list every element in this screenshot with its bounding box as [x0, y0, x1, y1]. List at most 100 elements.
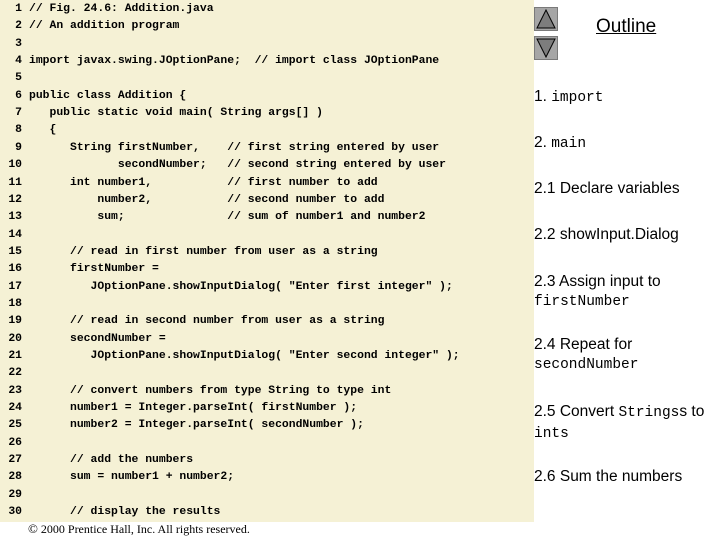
code-text: // convert numbers from type String to t… [29, 384, 392, 397]
line-number: 4 [15, 55, 22, 68]
line-number: 10 [8, 159, 22, 172]
line-number: 28 [8, 471, 22, 484]
code-line: 5 [0, 70, 534, 87]
outline-item-text: 1. [534, 88, 552, 105]
outline-item-text: 2.6 Sum the numbers [534, 468, 683, 485]
outline-item-code: firstNumber [534, 294, 630, 310]
code-text: int number1, // first number to add [29, 176, 378, 189]
line-number: 1 [15, 3, 22, 15]
code-line: 22 [0, 365, 534, 382]
line-number: 27 [8, 454, 22, 467]
triangle-down-icon [536, 38, 556, 59]
code-line: 30 // display the results [0, 504, 534, 521]
code-text: public class Addition { [29, 89, 187, 102]
outline-item-show-input-dialog: 2.2 showInput.Dialog [534, 225, 714, 244]
line-number: 22 [8, 367, 22, 380]
outline-item-declare: 2.1 Declare variables [534, 179, 714, 198]
code-text: String firstNumber, // first string ente… [29, 141, 440, 154]
line-number: 2 [15, 20, 22, 33]
code-line: 29 [0, 487, 534, 504]
code-line: 15 // read in first number from user as … [0, 244, 534, 261]
code-line: 3 [0, 36, 534, 53]
code-line: 25 number2 = Integer.parseInt( secondNum… [0, 417, 534, 434]
copyright-text: 2000 Prentice Hall, Inc. All rights rese… [37, 522, 250, 536]
code-text: JOptionPane.showInputDialog( "Enter firs… [29, 280, 453, 293]
outline-item-text: s to [679, 403, 705, 420]
line-number: 5 [15, 72, 22, 85]
outline-item-sum: 2.6 Sum the numbers [534, 467, 714, 486]
code-line: 10 secondNumber; // second string entere… [0, 157, 534, 174]
code-line: 27 // add the numbers [0, 452, 534, 469]
line-number: 3 [15, 37, 22, 50]
code-text: import javax.swing.JOptionPane; // impor… [29, 55, 440, 68]
code-line: 14 [0, 227, 534, 244]
line-number: 7 [15, 107, 22, 120]
code-panel: 1 // Fig. 24.6: Addition.java 2 // An addit… [0, 0, 534, 522]
code-text: // display the results [29, 506, 221, 519]
line-number: 11 [8, 176, 22, 189]
code-line: 1 // Fig. 24.6: Addition.java [0, 1, 534, 18]
line-number: 13 [8, 211, 22, 224]
code-text: // add the numbers [29, 454, 194, 467]
line-number: 26 [8, 436, 22, 449]
code-text: sum = number1 + number2; [29, 471, 235, 484]
outline-item-assign-input: 2.3 Assign input to firstNumber [534, 272, 714, 312]
previous-slide-button[interactable] [534, 7, 558, 31]
code-line: 2 // An addition program [0, 18, 534, 35]
line-number: 16 [8, 263, 22, 276]
line-number: 12 [8, 193, 22, 206]
code-line: 8 { [0, 122, 534, 139]
code-line: 13 sum; // sum of number1 and number2 [0, 209, 534, 226]
line-number: 18 [8, 297, 22, 310]
outline-item-code: secondNumber [534, 357, 639, 373]
line-number: 23 [8, 384, 22, 397]
line-number: 29 [8, 488, 22, 501]
code-line: 19 // read in second number from user as… [0, 313, 534, 330]
line-number: 19 [8, 315, 22, 328]
outline-item-text: 2.4 Repeat for [534, 336, 633, 353]
copyright-symbol: © [28, 521, 38, 536]
line-number: 21 [8, 350, 22, 362]
code-text: // read in first number from user as a s… [29, 245, 378, 258]
outline-item-main: 2. main [534, 133, 714, 154]
line-number: 24 [8, 402, 22, 415]
code-line: 18 [0, 296, 534, 313]
code-text: public static void main( String args[] ) [29, 107, 323, 120]
outline-item-text: 2.5 Convert [534, 403, 619, 420]
code-line: 17 JOptionPane.showInputDialog( "Enter f… [0, 279, 534, 296]
line-number: 20 [8, 332, 22, 345]
copyright-notice: © 2000 Prentice Hall, Inc. All rights re… [28, 521, 250, 537]
triangle-up-icon [536, 8, 556, 29]
line-number: 14 [8, 228, 22, 241]
outline-item-repeat: 2.4 Repeat for secondNumber [534, 335, 714, 375]
outline-title[interactable]: Outline [596, 16, 656, 38]
code-text: { [29, 124, 57, 137]
outline-item-text: 2.3 Assign input to [534, 273, 661, 290]
code-line: 9 String firstNumber, // first string en… [0, 140, 534, 157]
outline-item-code: Strings [618, 405, 680, 421]
outline-item-text: 2.2 showInput.Dialog [534, 226, 679, 243]
code-line: 24 number1 = Integer.parseInt( firstNumb… [0, 400, 534, 417]
outline-item-code: main [551, 136, 587, 152]
code-line: 11 int number1, // first number to add [0, 175, 534, 192]
outline-item-import: 1. import [534, 87, 714, 108]
outline-item-code: import [551, 90, 604, 106]
outline-item-convert: 2.5 Convert Stringss to ints [534, 402, 714, 444]
line-number: 6 [15, 89, 22, 102]
code-text: secondNumber; // second string entered b… [29, 159, 446, 172]
code-text: firstNumber = [29, 263, 159, 276]
line-number: 30 [8, 506, 22, 519]
next-slide-button[interactable] [534, 36, 558, 60]
code-text: number1 = Integer.parseInt( firstNumber … [29, 402, 358, 415]
code-line: 6 public class Addition { [0, 88, 534, 105]
outline-item-code: ints [534, 426, 569, 442]
code-line: 20 secondNumber = [0, 331, 534, 348]
outline-item-text: 2. [534, 134, 552, 151]
code-text: JOptionPane.showInputDialog( "Enter seco… [29, 350, 460, 362]
code-text: number2, // second number to add [29, 193, 385, 206]
code-text: // Fig. 24.6: Addition.java [29, 3, 214, 15]
outline-item-text: 2.1 Declare variables [534, 180, 680, 197]
code-text: // read in second number from user as a … [29, 315, 385, 328]
code-line: 12 number2, // second number to add [0, 192, 534, 209]
code-text: sum; // sum of number1 and number2 [29, 211, 426, 224]
